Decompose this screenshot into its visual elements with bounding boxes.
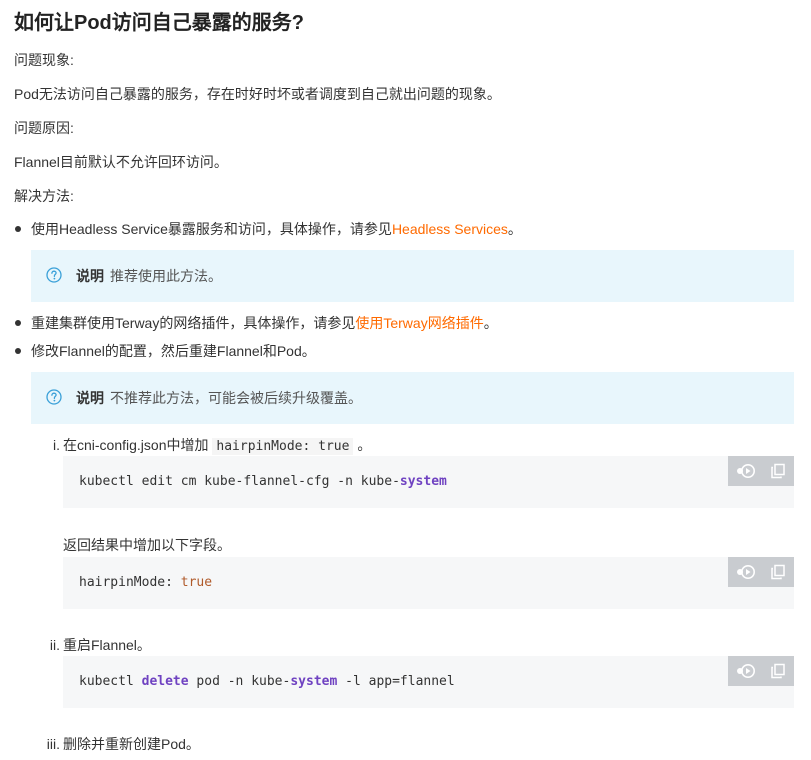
code-block-edit-cm: kubectl edit cm kube-flannel-cfg -n kube… [63, 456, 794, 508]
note-content: 推荐使用此方法。 [110, 268, 222, 284]
code-text: kubectl edit cm kube-flannel-cfg -n kube… [79, 472, 447, 492]
note-label: 说明 [76, 268, 104, 284]
solution-text: 使用Headless Service暴露服务和访问，具体操作，请参见Headle… [31, 219, 522, 239]
run-in-cloud-shell-button[interactable] [728, 456, 761, 486]
code-segment: -l app=flannel [337, 674, 455, 689]
inline-code: hairpinMode: true [212, 438, 354, 455]
question-circle-icon [46, 267, 62, 283]
code-keyword: delete [141, 674, 189, 689]
note-text: 说明 推荐使用此方法。 [76, 266, 222, 286]
solution-text: 修改Flannel的配置，然后重建Flannel和Pod。 [31, 343, 316, 359]
code-toolbar [728, 656, 794, 686]
step-number: ii. [49, 637, 60, 653]
terway-plugin-link[interactable]: 使用Terway网络插件 [355, 315, 483, 331]
step-text-before: 在cni-config.json中增加 [63, 437, 209, 453]
cause-label: 问题原因: [14, 120, 74, 136]
solution-text: 重建集群使用Terway的网络插件，具体操作，请参见使用Terway网络插件。 [31, 313, 498, 333]
step-1-followup: 返回结果中增加以下字段。 [63, 537, 231, 553]
symptom-text: Pod无法访问自己暴露的服务，存在时好时坏或者调度到自己就出问题的现象。 [14, 86, 501, 102]
code-keyword: system [290, 674, 338, 689]
run-in-cloud-shell-button[interactable] [728, 656, 761, 686]
cloud-shell-run-icon [736, 464, 755, 478]
note-content: 不推荐此方法，可能会被后续升级覆盖。 [110, 390, 362, 406]
bullet-dot [15, 348, 21, 354]
solution-prefix: 使用Headless Service暴露服务和访问，具体操作，请参见 [31, 221, 392, 237]
code-block-hairpin: hairpinMode: true [63, 557, 794, 609]
note-recommended: 说明 推荐使用此方法。 [31, 250, 794, 302]
note-text: 说明 不推荐此方法，可能会被后续升级覆盖。 [76, 388, 362, 408]
cause-text: Flannel目前默认不允许回环访问。 [14, 154, 228, 170]
copy-icon [770, 564, 785, 580]
code-segment: hairpinMode: [79, 575, 181, 590]
code-keyword: system [399, 474, 447, 489]
run-in-cloud-shell-button[interactable] [728, 557, 761, 587]
code-toolbar [728, 557, 794, 587]
step-text: 删除并重新创建Pod。 [63, 736, 200, 752]
code-segment: kubectl edit cm kube-flannel-cfg -n kube… [79, 474, 400, 489]
step-number: iii. [46, 736, 60, 752]
code-text: hairpinMode: true [79, 573, 212, 593]
code-text: kubectl delete pod -n kube-system -l app… [79, 672, 455, 692]
note-not-recommended: 说明 不推荐此方法，可能会被后续升级覆盖。 [31, 372, 794, 424]
code-toolbar [728, 456, 794, 486]
cloud-shell-run-icon [736, 664, 755, 678]
copy-icon [770, 463, 785, 479]
copy-icon [770, 663, 785, 679]
solution-prefix: 重建集群使用Terway的网络插件，具体操作，请参见 [31, 315, 356, 331]
step-text: 在cni-config.json中增加 hairpinMode: true 。 [63, 435, 371, 457]
copy-code-button[interactable] [761, 557, 794, 587]
copy-code-button[interactable] [761, 656, 794, 686]
cloud-shell-run-icon [736, 565, 755, 579]
page-title: 如何让Pod访问自己暴露的服务? [14, 12, 304, 34]
code-segment: kubectl [79, 674, 142, 689]
headless-services-link[interactable]: Headless Services [392, 221, 508, 237]
note-label: 说明 [76, 390, 104, 406]
question-circle-icon [46, 389, 62, 405]
copy-code-button[interactable] [761, 456, 794, 486]
solution-suffix: 。 [507, 221, 522, 237]
bullet-dot [15, 320, 21, 326]
bullet-dot [15, 226, 21, 232]
code-segment: pod -n kube- [188, 674, 291, 689]
solution-suffix: 。 [483, 315, 498, 331]
step-text: 重启Flannel。 [63, 637, 151, 653]
step-text-after: 。 [357, 437, 372, 453]
code-block-delete-pod: kubectl delete pod -n kube-system -l app… [63, 656, 794, 708]
solution-label: 解决方法: [14, 188, 74, 204]
code-value: true [180, 575, 213, 590]
symptom-label: 问题现象: [14, 52, 74, 68]
step-number: i. [53, 437, 60, 453]
